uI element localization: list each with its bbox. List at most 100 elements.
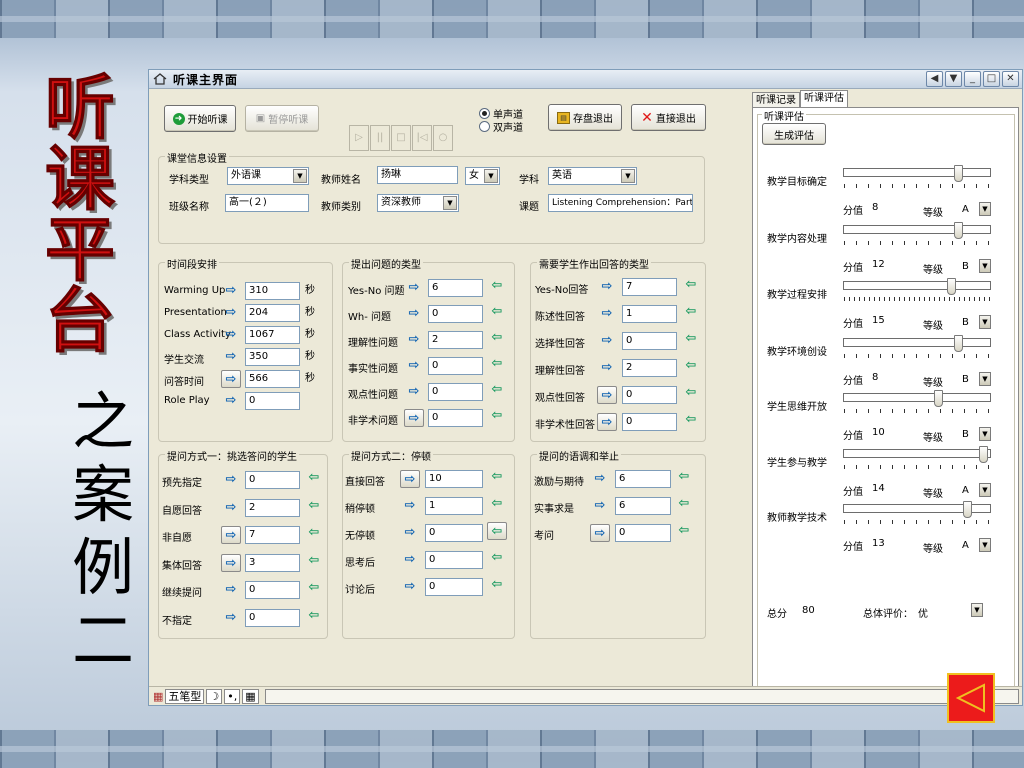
- arrow-left-icon[interactable]: ⇦: [304, 497, 324, 515]
- overall-select-arrow[interactable]: ▼: [971, 603, 983, 617]
- slider-thumb[interactable]: [979, 446, 988, 463]
- m2-row-input[interactable]: 0: [425, 551, 483, 569]
- punctuation-icon[interactable]: •,: [224, 688, 241, 704]
- arrow-left-icon[interactable]: ⇦: [487, 468, 507, 486]
- arrow-left-icon[interactable]: ⇦: [681, 357, 701, 375]
- arrow-right-icon[interactable]: ⇨: [404, 357, 424, 375]
- subject-type-select[interactable]: 外语课 ▼: [227, 167, 309, 185]
- arrow-right-icon[interactable]: ⇨: [221, 348, 241, 366]
- arrow-right-icon[interactable]: ⇨: [221, 392, 241, 410]
- eval-slider[interactable]: [843, 222, 993, 250]
- arrow-right-icon[interactable]: ⇨: [590, 524, 610, 542]
- grade-select-arrow[interactable]: ▼: [979, 538, 991, 552]
- qtypes-row-input[interactable]: 2: [428, 331, 483, 349]
- m1-row-input[interactable]: 0: [245, 471, 300, 489]
- arrow-left-icon[interactable]: ⇦: [681, 330, 701, 348]
- arrow-right-icon[interactable]: ⇨: [400, 524, 420, 542]
- tone-row-input[interactable]: 6: [615, 497, 671, 515]
- m1-row-input[interactable]: 3: [245, 553, 300, 572]
- m1-row-input[interactable]: 7: [245, 526, 300, 544]
- topic-input[interactable]: Listening Comprehension：Part-Ti: [548, 194, 693, 212]
- nav-down-button[interactable]: ▼: [945, 71, 962, 87]
- arrow-right-icon[interactable]: ⇨: [221, 304, 241, 322]
- arrow-left-icon[interactable]: ⇦: [304, 607, 324, 625]
- slider-thumb[interactable]: [934, 390, 943, 407]
- arrow-left-icon[interactable]: ⇦: [681, 384, 701, 402]
- eval-slider[interactable]: [843, 501, 993, 529]
- arrow-right-icon[interactable]: ⇨: [221, 609, 241, 627]
- arrow-right-icon[interactable]: ⇨: [597, 332, 617, 350]
- arrow-right-icon[interactable]: ⇨: [590, 470, 610, 488]
- arrow-left-icon[interactable]: ⇦: [304, 524, 324, 542]
- arrow-right-icon[interactable]: ⇨: [400, 470, 420, 488]
- eval-slider[interactable]: [843, 446, 993, 474]
- qtypes-row-input[interactable]: 0: [428, 305, 483, 323]
- arrow-right-icon[interactable]: ⇨: [597, 278, 617, 296]
- arrow-right-icon[interactable]: ⇨: [404, 331, 424, 349]
- tone-row-input[interactable]: 6: [615, 470, 671, 488]
- arrow-left-icon[interactable]: ⇦: [487, 329, 507, 347]
- grade-select-arrow[interactable]: ▼: [979, 315, 991, 329]
- qtypes-row-input[interactable]: 6: [428, 279, 483, 297]
- arrow-right-icon[interactable]: ⇨: [221, 499, 241, 517]
- arrow-right-icon[interactable]: ⇨: [597, 359, 617, 377]
- arrow-left-icon[interactable]: ⇦: [674, 522, 694, 540]
- atypes-row-input[interactable]: 1: [622, 305, 677, 323]
- arrow-right-icon[interactable]: ⇨: [221, 471, 241, 489]
- arrow-left-icon[interactable]: ⇦: [304, 579, 324, 597]
- arrow-right-icon[interactable]: ⇨: [597, 386, 617, 404]
- arrow-right-icon[interactable]: ⇨: [221, 553, 241, 572]
- pause-media-button[interactable]: ||: [370, 125, 390, 151]
- arrow-left-icon[interactable]: ⇦: [487, 522, 507, 540]
- arrow-left-icon[interactable]: ⇦: [487, 549, 507, 567]
- direct-exit-button[interactable]: ✕ 直接退出: [631, 104, 706, 131]
- generate-eval-button[interactable]: 生成评估: [762, 123, 826, 145]
- tab-record[interactable]: 听课记录: [752, 92, 800, 108]
- m2-row-input[interactable]: 0: [425, 524, 483, 542]
- qtypes-row-input[interactable]: 0: [428, 357, 483, 375]
- arrow-left-icon[interactable]: ⇦: [487, 576, 507, 594]
- record-button[interactable]: ○: [433, 125, 453, 151]
- m2-row-input[interactable]: 1: [425, 497, 483, 515]
- arrow-left-icon[interactable]: ⇦: [487, 495, 507, 513]
- gender-select[interactable]: 女 ▼: [465, 167, 500, 185]
- time-row-input[interactable]: 310: [245, 282, 300, 300]
- arrow-right-icon[interactable]: ⇨: [221, 526, 241, 544]
- minimize-button[interactable]: _: [964, 71, 981, 87]
- arrow-left-icon[interactable]: ⇦: [304, 552, 324, 570]
- arrow-right-icon[interactable]: ⇨: [221, 581, 241, 599]
- m2-row-input[interactable]: 0: [425, 578, 483, 596]
- pause-listening-button[interactable]: ▣ 暂停听课: [245, 105, 319, 132]
- arrow-right-icon[interactable]: ⇨: [404, 305, 424, 323]
- grade-select-arrow[interactable]: ▼: [979, 202, 991, 216]
- arrow-left-icon[interactable]: ⇦: [487, 277, 507, 295]
- atypes-row-input[interactable]: 2: [622, 359, 677, 377]
- teacher-type-select[interactable]: 资深教师 ▼: [377, 194, 459, 212]
- slider-thumb[interactable]: [954, 335, 963, 352]
- arrow-right-icon[interactable]: ⇨: [404, 383, 424, 401]
- arrow-left-icon[interactable]: ⇦: [681, 276, 701, 294]
- m1-row-input[interactable]: 2: [245, 498, 300, 517]
- arrow-right-icon[interactable]: ⇨: [221, 370, 241, 388]
- save-exit-button[interactable]: ▤ 存盘退出: [548, 104, 622, 131]
- qtypes-row-input[interactable]: 0: [428, 383, 483, 401]
- arrow-right-icon[interactable]: ⇨: [597, 413, 617, 431]
- arrow-left-icon[interactable]: ⇦: [681, 411, 701, 429]
- arrow-left-icon[interactable]: ⇦: [487, 407, 507, 425]
- stereo-radio[interactable]: 双声道: [479, 119, 523, 134]
- m1-row-input[interactable]: 0: [245, 581, 300, 599]
- time-row-input[interactable]: 204: [245, 304, 300, 322]
- time-row-input[interactable]: 1067: [245, 326, 300, 344]
- keyboard-icon[interactable]: ▦: [242, 688, 259, 704]
- grade-select-arrow[interactable]: ▼: [979, 372, 991, 386]
- grade-select-arrow[interactable]: ▼: [979, 427, 991, 441]
- arrow-right-icon[interactable]: ⇨: [590, 497, 610, 515]
- arrow-right-icon[interactable]: ⇨: [400, 497, 420, 515]
- arrow-right-icon[interactable]: ⇨: [404, 409, 424, 427]
- arrow-right-icon[interactable]: ⇨: [400, 578, 420, 596]
- stop-button[interactable]: □: [391, 125, 411, 151]
- slider-thumb[interactable]: [954, 222, 963, 239]
- maximize-button[interactable]: □: [983, 71, 1000, 87]
- eval-slider[interactable]: [843, 390, 993, 418]
- close-button[interactable]: ✕: [1002, 71, 1019, 87]
